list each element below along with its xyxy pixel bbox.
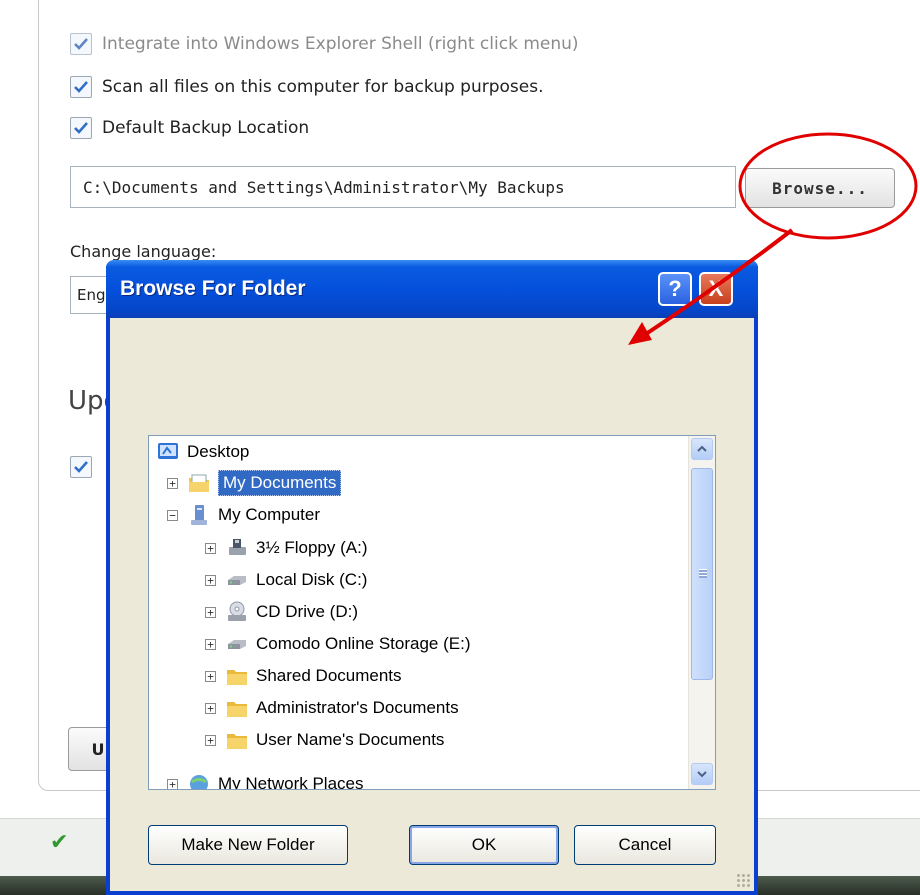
expand-icon[interactable]: + xyxy=(205,734,216,746)
tree-item-network-places[interactable]: + My Network Places xyxy=(167,769,364,790)
help-button[interactable]: ? xyxy=(658,272,692,306)
hard-disk-icon xyxy=(226,569,248,591)
expand-icon[interactable]: + xyxy=(167,778,178,789)
default-location-checkbox[interactable] xyxy=(70,117,92,139)
checkmark-icon xyxy=(74,122,88,134)
updates-option[interactable] xyxy=(70,456,102,478)
option-integrate-shell[interactable]: Integrate into Windows Explorer Shell (r… xyxy=(70,33,579,55)
folder-icon xyxy=(226,729,248,751)
scan-files-checkbox[interactable] xyxy=(70,76,92,98)
tree-item-local-disk[interactable]: + Local Disk (C:) xyxy=(205,565,367,595)
tree-item-label: My Computer xyxy=(218,505,321,524)
tree-item-my-documents[interactable]: + My Documents xyxy=(167,468,342,498)
expand-icon[interactable]: + xyxy=(205,702,216,714)
scroll-thumb[interactable] xyxy=(691,468,713,680)
updates-checkbox[interactable] xyxy=(70,456,92,478)
browse-for-folder-dialog: Browse For Folder ? X Desktop + My Docum… xyxy=(106,260,758,895)
scan-files-label: Scan all files on this computer for back… xyxy=(102,77,544,97)
scroll-up-button[interactable] xyxy=(691,438,713,460)
my-documents-icon xyxy=(188,472,210,494)
my-computer-icon xyxy=(188,504,210,526)
integrate-shell-checkbox[interactable] xyxy=(70,33,92,55)
thumb-grip-icon xyxy=(699,569,707,578)
browse-button[interactable]: Browse... xyxy=(745,168,895,208)
make-new-folder-button[interactable]: Make New Folder xyxy=(148,825,348,865)
language-label: Change language: xyxy=(70,242,217,261)
tree-item-cd-drive[interactable]: + CD Drive (D:) xyxy=(205,597,358,627)
ok-button[interactable]: OK xyxy=(409,825,559,865)
expand-icon[interactable]: + xyxy=(205,542,216,554)
tree-item-label: Desktop xyxy=(187,442,250,461)
close-button[interactable]: X xyxy=(699,272,733,306)
expand-icon[interactable]: + xyxy=(205,670,216,682)
backup-path-field[interactable]: C:\Documents and Settings\Administrator\… xyxy=(70,166,736,208)
tree-item-label: Shared Documents xyxy=(256,666,402,685)
tree-item-label: 3½ Floppy (A:) xyxy=(256,538,368,557)
tree-item-floppy[interactable]: + 3½ Floppy (A:) xyxy=(205,533,368,563)
tree-item-administrators-documents[interactable]: + Administrator's Documents xyxy=(205,693,459,723)
cancel-button[interactable]: Cancel xyxy=(574,825,716,865)
tree-item-label: Comodo Online Storage (E:) xyxy=(256,634,471,653)
status-ok-icon: ✔ xyxy=(50,830,69,855)
network-places-icon xyxy=(188,773,210,789)
desktop-icon xyxy=(157,441,179,463)
checkmark-icon xyxy=(74,461,88,473)
folder-tree[interactable]: Desktop + My Documents − My Computer + 3… xyxy=(148,435,716,790)
tree-scrollbar[interactable] xyxy=(688,436,715,789)
expand-icon[interactable]: + xyxy=(205,574,216,586)
floppy-drive-icon xyxy=(226,537,248,559)
checkmark-icon xyxy=(74,81,88,93)
tree-item-label: My Network Places xyxy=(218,774,364,790)
checkmark-icon xyxy=(74,38,88,50)
folder-icon xyxy=(226,697,248,719)
default-location-label: Default Backup Location xyxy=(102,118,310,138)
cd-drive-icon xyxy=(226,601,248,623)
backup-path-value: C:\Documents and Settings\Administrator\… xyxy=(83,177,565,197)
dialog-titlebar[interactable]: Browse For Folder ? X xyxy=(106,260,758,318)
option-scan-files[interactable]: Scan all files on this computer for back… xyxy=(70,76,544,98)
expand-icon[interactable]: + xyxy=(205,606,216,618)
chevron-down-icon xyxy=(697,771,707,778)
tree-item-label: Administrator's Documents xyxy=(256,698,459,717)
tree-item-label: User Name's Documents xyxy=(256,730,445,749)
expand-icon[interactable]: + xyxy=(167,477,178,489)
option-default-location[interactable]: Default Backup Location xyxy=(70,117,309,139)
chevron-up-icon xyxy=(697,445,707,452)
folder-icon xyxy=(226,665,248,687)
tree-item-label: CD Drive (D:) xyxy=(256,602,358,621)
tree-item-desktop[interactable]: Desktop xyxy=(157,437,249,467)
tree-item-shared-documents[interactable]: + Shared Documents xyxy=(205,661,402,691)
tree-item-online-storage[interactable]: + Comodo Online Storage (E:) xyxy=(205,629,471,659)
tree-item-my-computer[interactable]: − My Computer xyxy=(167,500,320,530)
collapse-icon[interactable]: − xyxy=(167,509,178,521)
tree-item-label: My Documents xyxy=(218,470,342,496)
expand-icon[interactable]: + xyxy=(205,638,216,650)
tree-item-user-documents[interactable]: + User Name's Documents xyxy=(205,725,444,755)
network-drive-icon xyxy=(226,633,248,655)
resize-grip-icon[interactable] xyxy=(736,873,752,889)
integrate-shell-label: Integrate into Windows Explorer Shell (r… xyxy=(102,34,579,54)
scroll-down-button[interactable] xyxy=(691,763,713,785)
dialog-title: Browse For Folder xyxy=(120,277,306,300)
tree-item-label: Local Disk (C:) xyxy=(256,570,368,589)
